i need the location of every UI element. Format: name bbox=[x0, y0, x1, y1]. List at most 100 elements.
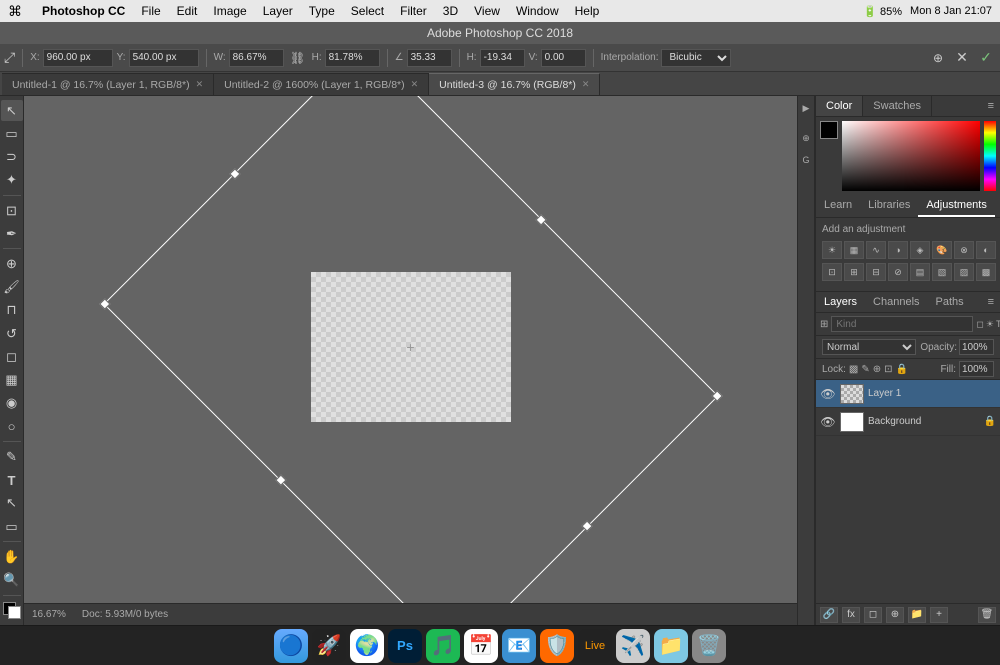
tool-zoom[interactable]: 🔍 bbox=[1, 569, 23, 590]
tool-move[interactable]: ↖ bbox=[1, 100, 23, 121]
lock-image-icon[interactable]: ✎ bbox=[861, 364, 869, 375]
menu-edit[interactable]: Edit bbox=[177, 4, 198, 18]
tool-pen[interactable]: ✎ bbox=[1, 446, 23, 467]
x-input[interactable] bbox=[43, 49, 113, 67]
dock-finder[interactable]: 🔵 bbox=[274, 629, 308, 663]
adj-exposure[interactable]: ◑ bbox=[888, 241, 908, 259]
tool-eraser[interactable]: ◻ bbox=[1, 346, 23, 367]
tab-untitled2[interactable]: Untitled-2 @ 1600% (Layer 1, RGB/8*) ✕ bbox=[214, 73, 429, 95]
w-input[interactable] bbox=[229, 49, 284, 67]
tool-text[interactable]: T bbox=[1, 469, 23, 490]
tool-history-brush[interactable]: ↺ bbox=[1, 323, 23, 344]
adj-posterize[interactable]: ▤ bbox=[910, 263, 930, 281]
tool-healing[interactable]: ⊕ bbox=[1, 253, 23, 274]
angle-input[interactable] bbox=[407, 49, 452, 67]
filter-pixel-icon[interactable]: ◻ bbox=[976, 319, 983, 330]
apple-menu[interactable]: ⌘ bbox=[8, 3, 22, 20]
adjustments-menu[interactable]: ≡ bbox=[995, 195, 1000, 217]
color-tab[interactable]: Color bbox=[816, 96, 863, 116]
h-input[interactable] bbox=[325, 49, 380, 67]
paths-tab[interactable]: Paths bbox=[928, 292, 972, 312]
add-layer-style-button[interactable]: fx bbox=[842, 607, 860, 623]
commit-transform-button[interactable]: ✓ bbox=[976, 48, 996, 68]
color-hue-slider[interactable] bbox=[984, 121, 996, 191]
tab-untitled2-close[interactable]: ✕ bbox=[411, 79, 419, 90]
background-color[interactable] bbox=[8, 606, 21, 619]
tool-crop[interactable]: ⊡ bbox=[1, 200, 23, 221]
swatches-tab[interactable]: Swatches bbox=[863, 96, 932, 116]
fill-input[interactable] bbox=[959, 361, 994, 377]
transform-handle-bm[interactable] bbox=[275, 474, 286, 485]
tool-lasso[interactable]: ⊃ bbox=[1, 146, 23, 167]
cancel-transform-button[interactable]: ✕ bbox=[952, 48, 972, 68]
delete-layer-button[interactable]: 🗑 bbox=[978, 607, 996, 623]
tab-untitled1[interactable]: Untitled-1 @ 16.7% (Layer 1, RGB/8*) ✕ bbox=[2, 73, 214, 95]
menu-view[interactable]: View bbox=[474, 4, 500, 18]
tool-marquee[interactable]: ▭ bbox=[1, 123, 23, 144]
adj-photofilter[interactable]: ⊡ bbox=[822, 263, 842, 281]
adj-colorbalance[interactable]: ⊗ bbox=[954, 241, 974, 259]
tool-hand[interactable]: ✋ bbox=[1, 546, 23, 567]
transform-handle-bl[interactable] bbox=[99, 298, 110, 309]
link-wh-button[interactable]: ⛓ bbox=[288, 48, 308, 68]
transform-handle-ml[interactable] bbox=[229, 168, 240, 179]
transform-handle-tr[interactable] bbox=[711, 390, 722, 401]
tool-dodge[interactable]: ○ bbox=[1, 416, 23, 437]
tool-blur[interactable]: ◉ bbox=[1, 393, 23, 414]
adj-selective-color[interactable]: ▩ bbox=[976, 263, 996, 281]
menu-window[interactable]: Window bbox=[516, 4, 559, 18]
layer-item-layer1[interactable]: 👁 Layer 1 bbox=[816, 380, 1000, 408]
color-saturation-brightness[interactable] bbox=[842, 121, 980, 191]
dock-folder[interactable]: 📁 bbox=[654, 629, 688, 663]
layer1-visibility[interactable]: 👁 bbox=[820, 387, 836, 401]
menu-help[interactable]: Help bbox=[575, 4, 600, 18]
dock-mail[interactable]: 📧 bbox=[502, 629, 536, 663]
y-input[interactable] bbox=[129, 49, 199, 67]
panel-strip-btn1[interactable]: ▶ bbox=[798, 100, 814, 116]
layers-tab[interactable]: Layers bbox=[816, 292, 865, 312]
adj-gradient-map[interactable]: ▨ bbox=[954, 263, 974, 281]
panel-strip-btn2[interactable]: ⊕ bbox=[798, 130, 814, 146]
canvas-area[interactable]: + bbox=[24, 96, 797, 603]
create-adjustment-button[interactable]: ⊕ bbox=[886, 607, 904, 623]
menu-3d[interactable]: 3D bbox=[443, 4, 458, 18]
tab-untitled3-close[interactable]: ✕ bbox=[582, 79, 590, 90]
create-layer-button[interactable]: + bbox=[930, 607, 948, 623]
dock-plane[interactable]: ✈️ bbox=[616, 629, 650, 663]
adj-vibrance[interactable]: ◈ bbox=[910, 241, 930, 259]
tool-shape[interactable]: ▭ bbox=[1, 516, 23, 537]
lock-position-icon[interactable]: ⊕ bbox=[873, 364, 881, 375]
dock-trash[interactable]: 🗑️ bbox=[692, 629, 726, 663]
filter-text-icon[interactable]: T bbox=[996, 319, 1000, 330]
layer-item-background[interactable]: 👁 Background 🔒 bbox=[816, 408, 1000, 436]
tool-path-selection[interactable]: ↖ bbox=[1, 493, 23, 514]
adj-levels[interactable]: ▦ bbox=[844, 241, 864, 259]
create-group-button[interactable]: 📁 bbox=[908, 607, 926, 623]
adjustments-tab[interactable]: Adjustments bbox=[918, 195, 995, 217]
vskew-input[interactable] bbox=[541, 49, 586, 67]
libraries-tab[interactable]: Libraries bbox=[860, 195, 918, 217]
tool-magic-wand[interactable]: ✦ bbox=[1, 170, 23, 191]
menu-filter[interactable]: Filter bbox=[400, 4, 427, 18]
tab-untitled1-close[interactable]: ✕ bbox=[196, 79, 204, 90]
tool-clone[interactable]: ⊓ bbox=[1, 300, 23, 321]
menu-type[interactable]: Type bbox=[309, 4, 335, 18]
document-canvas[interactable]: + bbox=[311, 272, 511, 422]
adj-brightness[interactable]: ☀ bbox=[822, 241, 842, 259]
channels-tab[interactable]: Channels bbox=[865, 292, 927, 312]
dock-photoshop[interactable]: Ps bbox=[388, 629, 422, 663]
dock-spotify[interactable]: 🎵 bbox=[426, 629, 460, 663]
lock-artboard-icon[interactable]: ⊡ bbox=[884, 364, 892, 375]
layers-panel-menu[interactable]: ≡ bbox=[982, 292, 1000, 312]
blend-mode-select[interactable]: Normal bbox=[822, 339, 916, 355]
layers-search-input[interactable] bbox=[831, 316, 973, 332]
panel-strip-btn3[interactable]: G bbox=[798, 152, 814, 168]
learn-tab[interactable]: Learn bbox=[816, 195, 860, 217]
tool-brush[interactable]: 🖌 bbox=[1, 277, 23, 298]
foreground-color-swatch[interactable] bbox=[820, 121, 838, 139]
filter-adj-icon[interactable]: ☀ bbox=[986, 319, 994, 330]
adj-bw[interactable]: ◐ bbox=[976, 241, 996, 259]
foreground-background-colors[interactable] bbox=[3, 602, 21, 619]
menu-select[interactable]: Select bbox=[351, 4, 384, 18]
dock-chrome[interactable]: 🌍 bbox=[350, 629, 384, 663]
